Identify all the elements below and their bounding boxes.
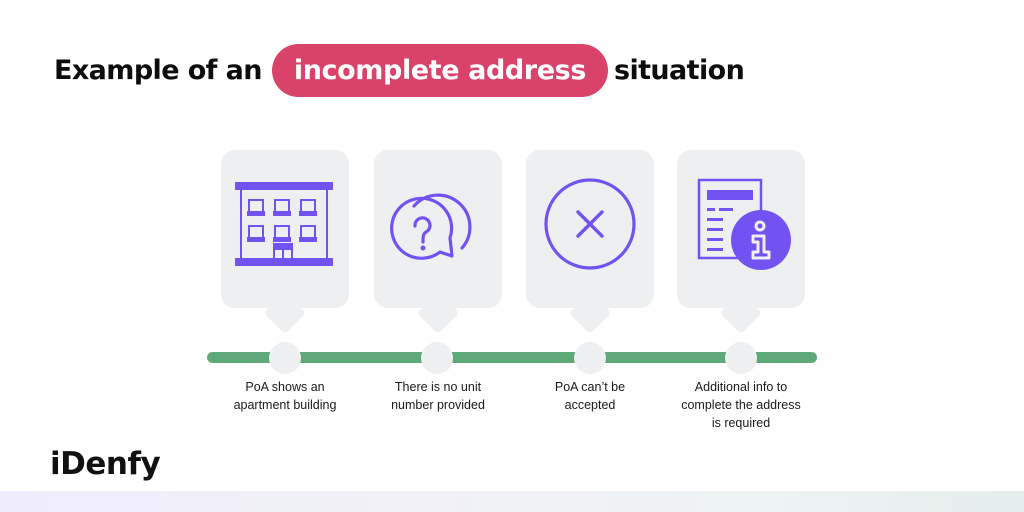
- step-label-line: is required: [711, 416, 771, 430]
- page-title: Example of an incomplete address situati…: [54, 44, 745, 97]
- footer-band: [0, 491, 1024, 512]
- step-label-line: complete the address: [681, 398, 801, 412]
- step-label-line: apartment building: [233, 398, 337, 412]
- step-card-1: [221, 150, 349, 335]
- apartment-building-icon: [235, 182, 333, 266]
- timeline-node-3: [574, 342, 606, 374]
- step-label-3: PoA can’t be accepted: [505, 378, 675, 414]
- title-suffix: situation: [613, 55, 745, 86]
- timeline-node-4: [725, 342, 757, 374]
- step-label-4: Additional info to complete the address …: [656, 378, 826, 432]
- step-label-line: Additional info to: [694, 380, 788, 394]
- step-label-line: PoA can’t be: [554, 380, 626, 394]
- step-label-line: accepted: [564, 398, 616, 412]
- step-label-2: There is no unit number provided: [353, 378, 523, 414]
- step-label-line: number provided: [391, 398, 485, 412]
- question-chat-bubbles-icon: [390, 193, 472, 260]
- timeline-node-1: [269, 342, 301, 374]
- card-pointer: [416, 291, 460, 335]
- card-pointer: [719, 291, 763, 335]
- circle-x-icon: [544, 178, 636, 270]
- step-label-1: PoA shows an apartment building: [200, 378, 370, 414]
- timeline-node-2: [421, 342, 453, 374]
- step-card-3: [526, 150, 654, 335]
- title-highlight-pill: incomplete address: [271, 44, 608, 97]
- document-info-icon: [697, 178, 791, 270]
- title-prefix: Example of an: [54, 55, 262, 86]
- card-pointer: [263, 291, 307, 335]
- card-pointer: [568, 291, 612, 335]
- step-card-4: [677, 150, 805, 335]
- step-label-line: There is no unit: [394, 380, 482, 394]
- brand-logo: iDenfy: [50, 446, 161, 482]
- step-label-line: PoA shows an: [245, 380, 325, 394]
- step-card-2: [374, 150, 502, 335]
